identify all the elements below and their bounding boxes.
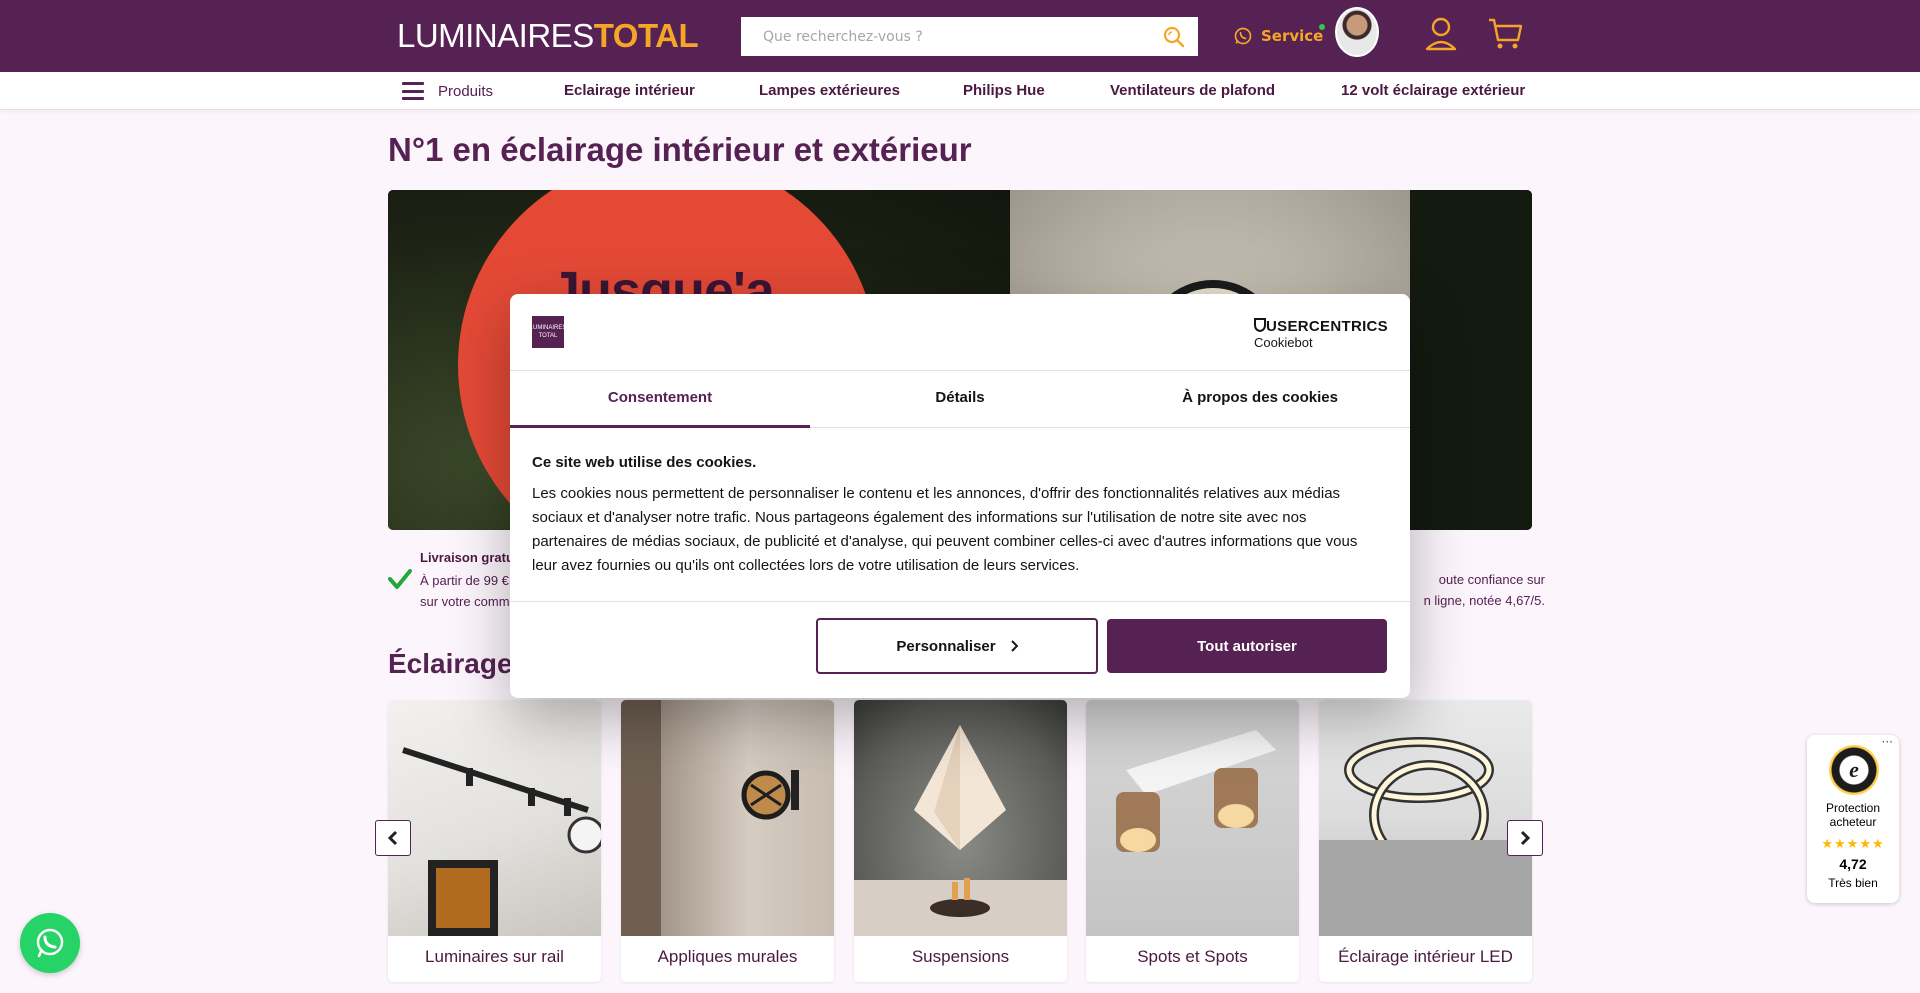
cookie-body-text: Les cookies nous permettent de personnal… xyxy=(532,485,1358,574)
search-icon[interactable] xyxy=(1162,25,1186,49)
category-label: Appliques murales xyxy=(657,947,798,966)
whatsapp-chat-button[interactable] xyxy=(20,913,80,973)
buyer-protection-line-1: Protection xyxy=(1825,801,1881,815)
online-status-dot xyxy=(1319,24,1325,30)
logo-part-2: TOTAL xyxy=(593,17,699,54)
user-icon[interactable] xyxy=(1425,17,1457,51)
buyer-protection-line-2: acheteur xyxy=(1829,815,1877,829)
main-nav: Produits Eclairage intérieur Lampes exté… xyxy=(0,72,1920,110)
logo-part-1: LUMINAIRES xyxy=(397,17,594,54)
chevron-left-icon xyxy=(387,830,398,846)
carousel-prev-button[interactable] xyxy=(375,820,411,856)
hero-dark-panel xyxy=(1410,190,1532,530)
category-label: Suspensions xyxy=(911,947,1010,966)
category-image xyxy=(1319,700,1532,936)
category-card-wall-lights[interactable]: Appliques murales xyxy=(621,700,834,982)
tab-about-cookies[interactable]: À propos des cookies xyxy=(1110,371,1410,427)
rating-stars: ★★★★★ xyxy=(1821,837,1885,852)
section-title: Éclairage i xyxy=(388,648,529,679)
carousel-next-button[interactable] xyxy=(1507,820,1543,856)
cookie-tabs: Consentement Détails À propos des cookie… xyxy=(510,370,1410,428)
category-card-pendants[interactable]: Suspensions xyxy=(854,700,1067,982)
category-card-spots[interactable]: Spots et Spots Encastrables xyxy=(1086,700,1299,982)
hamburger-icon xyxy=(402,82,424,100)
cart-icon[interactable] xyxy=(1488,17,1522,51)
rating-score: 4,72 xyxy=(1839,856,1867,872)
more-options-icon[interactable]: ··· xyxy=(1882,735,1893,749)
chevron-right-icon xyxy=(1520,830,1531,846)
usp-title: Livraison gratu xyxy=(420,550,514,565)
tab-consent[interactable]: Consentement xyxy=(510,371,810,428)
nav-link-exterior[interactable]: Lampes extérieures xyxy=(759,82,900,99)
divider xyxy=(510,601,1410,602)
category-label: Éclairage intérieur LED xyxy=(1338,947,1513,966)
category-image xyxy=(854,700,1067,936)
usercentrics-logo: USERCENTRICS Cookiebot xyxy=(1254,318,1388,350)
nav-link-ceiling-fans[interactable]: Ventilateurs de plafond xyxy=(1110,82,1275,99)
allow-all-button[interactable]: Tout autoriser xyxy=(1107,619,1387,673)
whatsapp-icon xyxy=(1234,27,1252,45)
site-logo[interactable]: LUMINAIRESTOTAL xyxy=(397,17,699,54)
nav-link-philips-hue[interactable]: Philips Hue xyxy=(963,82,1045,99)
category-image xyxy=(388,700,601,936)
provider-name: USERCENTRICS xyxy=(1254,318,1388,335)
shield-icon xyxy=(1254,318,1267,333)
products-menu-button[interactable]: Produits xyxy=(402,82,493,100)
category-label: Luminaires sur rail xyxy=(425,947,564,966)
category-card-led[interactable]: Éclairage intérieur LED xyxy=(1319,700,1532,982)
service-agent-avatar[interactable] xyxy=(1335,7,1379,57)
trusted-shops-seal-icon: e xyxy=(1829,745,1879,795)
category-label: Spots et Spots Encastrables xyxy=(1137,947,1248,966)
top-header: LUMINAIRESTOTAL Service xyxy=(0,0,1920,72)
search-box xyxy=(741,17,1198,56)
search-input[interactable] xyxy=(741,17,1151,56)
cookie-heading: Ce site web utilise des cookies. xyxy=(532,454,757,471)
page-title: N°1 en éclairage intérieur et extérieur xyxy=(388,131,972,168)
check-icon xyxy=(388,569,412,589)
category-image xyxy=(1086,700,1299,936)
cookie-consent-dialog: LUMINAIRES TOTAL USERCENTRICS Cookiebot … xyxy=(510,294,1410,698)
rating-text: Très bien xyxy=(1828,876,1878,890)
category-image xyxy=(621,700,834,936)
nav-link-interior[interactable]: Eclairage intérieur xyxy=(564,82,695,99)
service-label: Service xyxy=(1261,27,1324,45)
site-logo-small: LUMINAIRES TOTAL xyxy=(530,316,566,348)
products-label: Produits xyxy=(438,82,494,100)
customize-button[interactable]: Personnaliser xyxy=(816,618,1098,674)
service-link[interactable]: Service xyxy=(1233,22,1325,50)
whatsapp-icon xyxy=(36,928,64,958)
provider-subname: Cookiebot xyxy=(1254,335,1313,350)
customize-label: Personnaliser xyxy=(896,637,996,655)
provider-name-text: USERCENTRICS xyxy=(1266,318,1388,335)
trusted-shops-badge[interactable]: ··· e Protection acheteur ★★★★★ 4,72 Trè… xyxy=(1807,735,1899,903)
chevron-right-icon xyxy=(1010,640,1018,652)
tab-details[interactable]: Détails xyxy=(810,371,1110,427)
nav-link-12-volt[interactable]: 12 volt éclairage extérieur xyxy=(1341,82,1525,99)
category-card-track-lights[interactable]: Luminaires sur rail xyxy=(388,700,601,982)
